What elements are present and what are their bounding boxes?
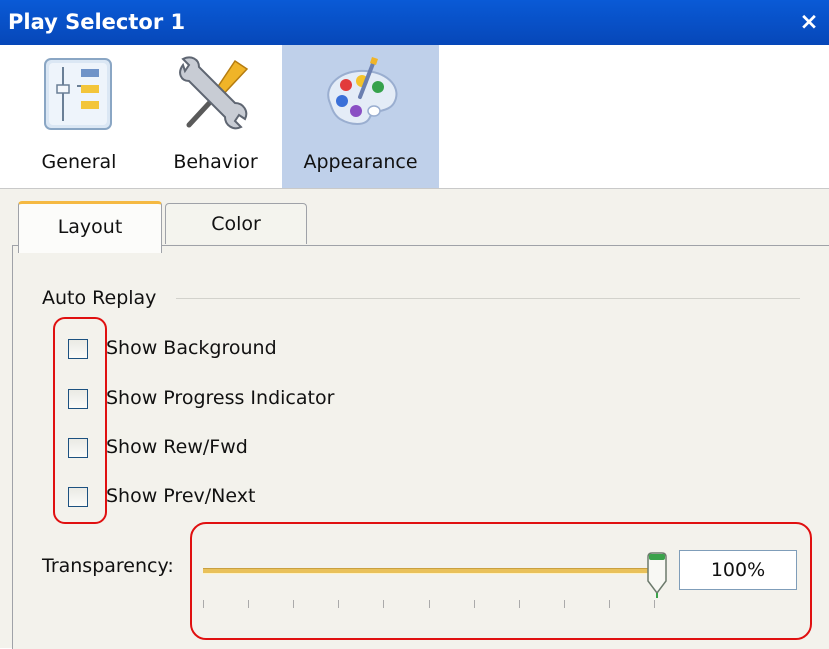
tools-icon: [179, 56, 249, 130]
close-icon[interactable]: ×: [795, 8, 823, 36]
show-background-label: Show Background: [106, 337, 277, 359]
show-rew-fwd-label: Show Rew/Fwd: [106, 436, 248, 458]
category-general-label: General: [41, 151, 117, 173]
auto-replay-group-title: Auto Replay: [42, 287, 157, 309]
category-general[interactable]: General: [25, 45, 133, 188]
group-divider: [176, 298, 800, 299]
window-title: Play Selector 1: [8, 10, 186, 34]
dialog-window: Play Selector 1 × General Behavior Appea…: [0, 0, 829, 649]
show-prev-next-label: Show Prev/Next: [106, 485, 256, 507]
transparency-label: Transparency:: [42, 555, 174, 577]
general-settings-icon: [44, 58, 112, 130]
palette-icon: [327, 57, 398, 125]
slider-annotation-outline: [190, 522, 812, 640]
category-behavior-label: Behavior: [173, 151, 258, 173]
show-progress-indicator-label: Show Progress Indicator: [106, 387, 335, 409]
title-bar[interactable]: Play Selector 1 ×: [0, 0, 829, 45]
tab-color[interactable]: Color: [165, 203, 307, 244]
transparency-slider-thumb[interactable]: [645, 551, 669, 599]
category-toolbar: General Behavior Appearance: [0, 45, 829, 188]
checkbox-annotation-outline: [53, 317, 107, 524]
category-behavior[interactable]: Behavior: [157, 45, 274, 188]
tab-layout[interactable]: Layout: [18, 201, 162, 253]
category-appearance-label: Appearance: [303, 151, 418, 173]
category-appearance[interactable]: Appearance: [282, 45, 439, 188]
